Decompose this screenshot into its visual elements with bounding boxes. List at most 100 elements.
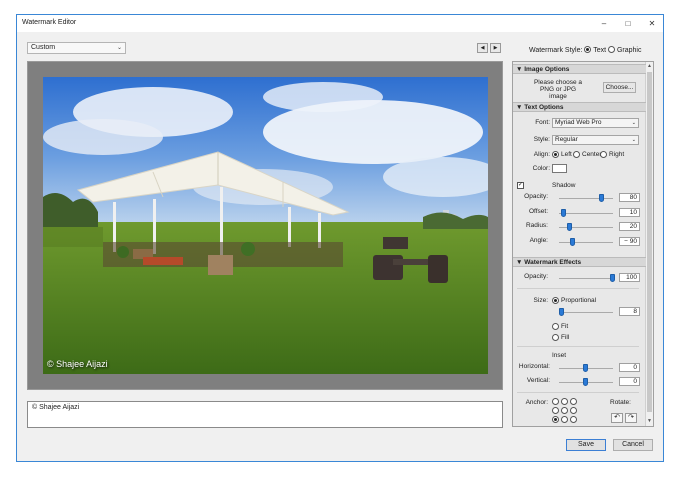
shadow-angle-label: Angle: xyxy=(529,237,548,244)
shadow-angle-slider[interactable] xyxy=(569,238,575,246)
anchor-top-right-radio[interactable] xyxy=(570,398,577,405)
shadow-angle-value[interactable]: − 90 xyxy=(619,237,640,246)
anchor-middle-left-radio[interactable] xyxy=(552,407,559,414)
title-bar: Watermark Editor – □ ✕ xyxy=(17,15,663,32)
align-right-label: Right xyxy=(609,151,625,158)
divider xyxy=(517,346,639,347)
align-left-radio[interactable] xyxy=(552,151,559,158)
scroll-up-icon[interactable]: ▲ xyxy=(646,63,653,69)
anchor-center-radio[interactable] xyxy=(561,407,568,414)
watermark-style-row: Watermark Style: Text Graphic xyxy=(529,46,641,54)
style-text-label: Text xyxy=(593,47,607,54)
text-options-title: Text Options xyxy=(524,104,564,111)
inset-vertical-value[interactable]: 0 xyxy=(619,377,640,386)
shadow-opacity-slider[interactable] xyxy=(599,194,605,202)
watermark-overlay-text: © Shajee Aijazi xyxy=(47,359,108,369)
size-slider[interactable] xyxy=(558,308,564,316)
color-swatch[interactable] xyxy=(552,164,567,173)
style-graphic-radio[interactable] xyxy=(608,46,615,53)
watermark-effects-title: Watermark Effects xyxy=(524,259,582,266)
size-label: Size: xyxy=(533,297,548,304)
inset-label: Inset xyxy=(552,352,567,359)
chevron-down-icon: ⌄ xyxy=(631,120,636,126)
shadow-radius-value[interactable]: 20 xyxy=(619,222,640,231)
style-label: Style: xyxy=(533,136,550,143)
align-left-label: Left xyxy=(561,151,572,158)
minimize-button[interactable]: – xyxy=(593,17,615,30)
shadow-offset-slider[interactable] xyxy=(561,209,567,217)
size-value[interactable]: 8 xyxy=(619,307,640,316)
rotate-label: Rotate: xyxy=(610,399,631,406)
shadow-radius-slider[interactable] xyxy=(566,223,572,231)
panel-scrollbar[interactable]: ▲ ▼ xyxy=(645,62,653,426)
collapse-triangle-icon: ▼ xyxy=(516,66,523,73)
color-label: Color: xyxy=(532,165,550,172)
watermark-text-input[interactable]: © Shajee Aijazi xyxy=(27,401,503,428)
divider xyxy=(517,392,639,393)
scroll-down-icon[interactable]: ▼ xyxy=(646,418,653,424)
rotate-right-icon[interactable]: ↷ xyxy=(625,413,637,423)
watermark-style-label: Watermark Style: xyxy=(529,47,583,54)
watermark-editor-window: Watermark Editor – □ ✕ Custom ⌄ ◀ ▶ © Sh… xyxy=(16,14,664,462)
cancel-button[interactable]: Cancel xyxy=(613,439,653,451)
save-button[interactable]: Save xyxy=(566,439,606,451)
maximize-button[interactable]: □ xyxy=(617,17,639,30)
size-proportional-label: Proportional xyxy=(561,297,597,304)
effects-opacity-slider[interactable] xyxy=(610,274,615,282)
shadow-checkbox[interactable]: ✓ xyxy=(517,182,524,189)
collapse-triangle-icon: ▼ xyxy=(516,259,523,266)
text-options-header[interactable]: ▼ Text Options xyxy=(513,102,646,112)
effects-opacity-track xyxy=(559,278,613,279)
preview-area: © Shajee Aijazi xyxy=(27,61,503,390)
font-dropdown[interactable]: Myriad Web Pro ⌄ xyxy=(552,118,639,128)
shadow-offset-value[interactable]: 10 xyxy=(619,208,640,217)
shadow-offset-track xyxy=(559,213,613,214)
size-track xyxy=(559,312,613,313)
size-fit-radio[interactable] xyxy=(552,323,559,330)
inset-horizontal-label: Horizontal: xyxy=(518,363,550,370)
close-button[interactable]: ✕ xyxy=(641,17,663,30)
anchor-top-center-radio[interactable] xyxy=(561,398,568,405)
rotate-left-icon[interactable]: ↶ xyxy=(611,413,623,423)
size-proportional-radio[interactable] xyxy=(552,297,559,304)
chevron-down-icon: ⌄ xyxy=(631,137,636,143)
window-title: Watermark Editor xyxy=(22,19,77,26)
inset-horizontal-slider[interactable] xyxy=(583,364,588,372)
watermark-effects-header[interactable]: ▼ Watermark Effects xyxy=(513,257,646,267)
next-image-button[interactable]: ▶ xyxy=(490,43,501,53)
style-value: Regular xyxy=(555,136,578,143)
anchor-middle-right-radio[interactable] xyxy=(570,407,577,414)
shadow-radius-label: Radius: xyxy=(525,222,548,229)
scrollbar-thumb[interactable] xyxy=(647,72,652,412)
shadow-opacity-value[interactable]: 80 xyxy=(619,193,640,202)
size-fill-label: Fill xyxy=(561,334,570,341)
choose-image-button[interactable]: Choose... xyxy=(603,82,636,93)
shadow-angle-track xyxy=(559,242,613,243)
options-panel: ▲ ▼ ▼ Image Options Please choose a PNG … xyxy=(512,61,654,427)
preset-dropdown[interactable]: Custom ⌄ xyxy=(27,42,126,54)
size-fill-radio[interactable] xyxy=(552,334,559,341)
effects-opacity-value[interactable]: 100 xyxy=(619,273,640,282)
align-center-radio[interactable] xyxy=(573,151,580,158)
shadow-offset-label: Offset: xyxy=(528,208,548,215)
chevron-down-icon: ⌄ xyxy=(116,45,122,51)
image-options-title: Image Options xyxy=(524,66,570,73)
inset-horizontal-value[interactable]: 0 xyxy=(619,363,640,372)
inset-vertical-slider[interactable] xyxy=(583,378,588,386)
align-right-radio[interactable] xyxy=(600,151,607,158)
image-options-prompt: Please choose a PNG or JPG image xyxy=(533,79,583,100)
font-value: Myriad Web Pro xyxy=(555,119,602,126)
previous-image-button[interactable]: ◀ xyxy=(477,43,488,53)
anchor-bottom-left-radio[interactable] xyxy=(552,416,559,423)
tent-landscape-image xyxy=(43,77,488,374)
style-dropdown[interactable]: Regular ⌄ xyxy=(552,135,639,145)
anchor-bottom-center-radio[interactable] xyxy=(561,416,568,423)
anchor-top-left-radio[interactable] xyxy=(552,398,559,405)
image-options-header[interactable]: ▼ Image Options xyxy=(513,64,646,74)
style-graphic-label: Graphic xyxy=(616,47,642,54)
shadow-opacity-track xyxy=(559,198,613,199)
style-text-radio[interactable] xyxy=(584,46,592,53)
anchor-bottom-right-radio[interactable] xyxy=(570,416,577,423)
size-fit-label: Fit xyxy=(561,323,569,330)
inset-vertical-label: Vertical: xyxy=(526,377,550,384)
